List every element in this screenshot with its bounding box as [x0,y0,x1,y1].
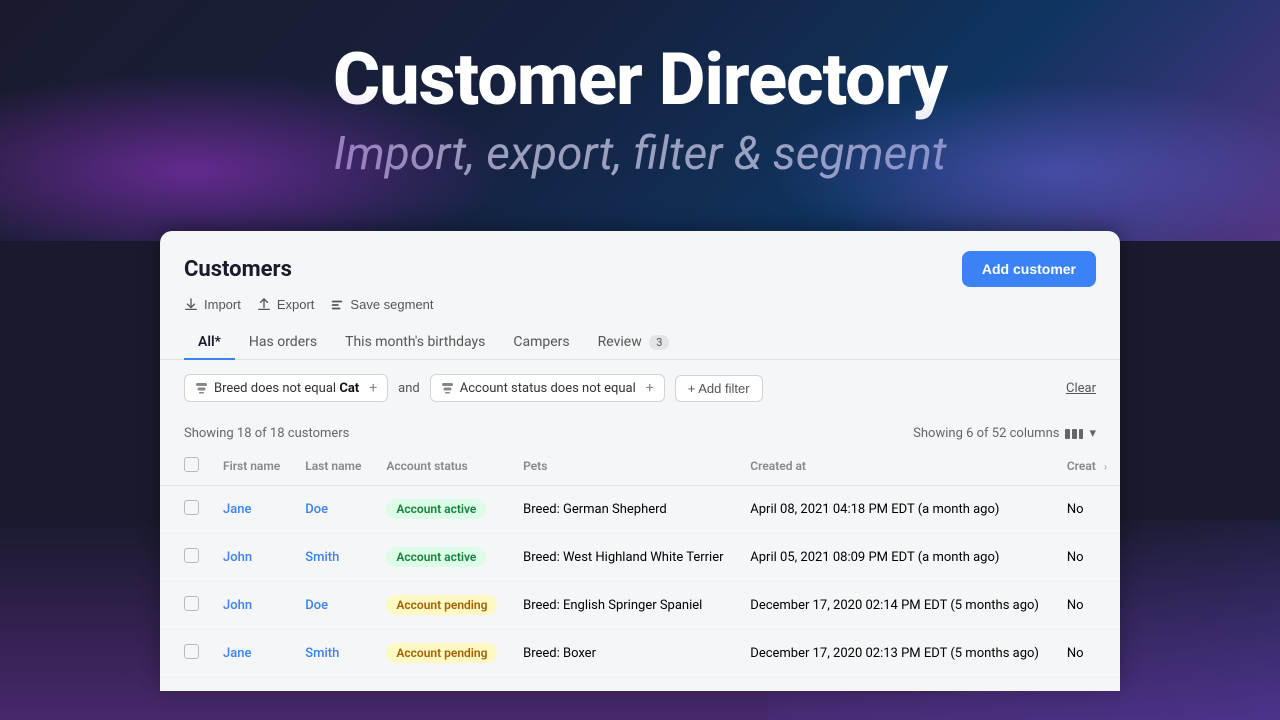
row4-status-badge: Account pending [386,643,497,663]
columns-count: Showing 6 of 52 columns [913,426,1059,441]
customers-table-wrapper: First name Last name Account status Pets… [160,447,1120,678]
th-extra[interactable]: Creat › [1055,447,1120,486]
table-row: Jane Smith Account pending Breed: Boxer … [160,630,1120,678]
tab-review[interactable]: Review 3 [584,326,684,360]
row4-pets: Breed: Boxer [511,630,738,678]
row1-last-name-link[interactable]: Doe [305,502,328,517]
tab-has-orders[interactable]: Has orders [235,326,331,360]
row2-first-name: John [211,534,293,582]
row4-status: Account pending [374,630,511,678]
row1-checkbox[interactable] [184,500,199,515]
row2-status-badge: Account active [386,547,486,567]
row2-first-name-link[interactable]: John [223,550,252,565]
filter-chip-status[interactable]: Account status does not equal + [430,374,665,402]
import-icon [184,298,198,312]
row2-last-name: Smith [293,534,374,582]
export-icon [257,298,271,312]
table-row: Jane Doe Account active Breed: German Sh… [160,486,1120,534]
row3-created: December 17, 2020 02:14 PM EDT (5 months… [738,582,1055,630]
results-count: Showing 18 of 18 customers [184,426,349,441]
clear-filters-link[interactable]: Clear [1066,381,1096,396]
filter-connector: and [398,381,420,396]
row1-first-name: Jane [211,486,293,534]
row4-checkbox[interactable] [184,644,199,659]
row1-last-name: Doe [293,486,374,534]
segment-icon [330,298,344,312]
filter2-icon [441,382,454,395]
table-header-row: First name Last name Account status Pets… [160,447,1120,486]
row2-checkbox[interactable] [184,548,199,563]
panel-header: Customers Add customer [160,231,1120,287]
row1-status: Account active [374,486,511,534]
toolbar: Import Export Save segment [160,287,1120,312]
row2-created: April 05, 2021 08:09 PM EDT (a month ago… [738,534,1055,582]
columns-selector[interactable]: Showing 6 of 52 columns ▾ [913,426,1096,441]
hero-title: Customer Directory [0,40,1280,119]
row3-extra: No [1055,582,1120,630]
row1-first-name-link[interactable]: Jane [223,502,251,517]
save-segment-button[interactable]: Save segment [330,297,433,312]
row1-extra: No [1055,486,1120,534]
row2-extra: No [1055,534,1120,582]
row2-pets: Breed: West Highland White Terrier [511,534,738,582]
tabs-bar: All* Has orders This month's birthdays C… [160,312,1120,360]
th-last-name[interactable]: Last name [293,447,374,486]
row4-first-name-link[interactable]: Jane [223,646,251,661]
th-pets[interactable]: Pets [511,447,738,486]
row3-last-name-link[interactable]: Doe [305,598,328,613]
export-button[interactable]: Export [257,297,315,312]
main-panel: Customers Add customer Import Export Sav… [160,231,1120,691]
hero-subtitle: Import, export, filter & segment [0,127,1280,181]
filter-row: Breed does not equal Cat + and Account s… [160,360,1120,416]
tab-all[interactable]: All* [184,326,235,360]
row4-last-name: Smith [293,630,374,678]
row3-checkbox-cell [160,582,211,630]
row3-last-name: Doe [293,582,374,630]
row3-pets: Breed: English Springer Spaniel [511,582,738,630]
row4-created: December 17, 2020 02:13 PM EDT (5 months… [738,630,1055,678]
row1-status-badge: Account active [386,499,486,519]
import-button[interactable]: Import [184,297,241,312]
row4-checkbox-cell [160,630,211,678]
columns-grid-icon [1065,429,1083,439]
th-first-name[interactable]: First name [211,447,293,486]
tab-birthdays[interactable]: This month's birthdays [331,326,499,360]
row4-extra: No [1055,630,1120,678]
filter1-icon [195,382,208,395]
table-row: John Smith Account active Breed: West Hi… [160,534,1120,582]
row2-last-name-link[interactable]: Smith [305,550,339,565]
customers-table: First name Last name Account status Pets… [160,447,1120,678]
row1-checkbox-cell [160,486,211,534]
row3-status: Account pending [374,582,511,630]
table-row: John Doe Account pending Breed: English … [160,582,1120,630]
row4-first-name: Jane [211,630,293,678]
add-customer-button[interactable]: Add customer [962,251,1096,287]
add-filter-button[interactable]: + Add filter [675,375,763,402]
row3-first-name: John [211,582,293,630]
scroll-right-icon[interactable]: › [1104,460,1107,473]
panel-title: Customers [184,257,292,282]
row4-last-name-link[interactable]: Smith [305,646,339,661]
row2-checkbox-cell [160,534,211,582]
tab-campers[interactable]: Campers [499,326,583,360]
row1-pets: Breed: German Shepherd [511,486,738,534]
row1-created: April 08, 2021 04:18 PM EDT (a month ago… [738,486,1055,534]
row3-first-name-link[interactable]: John [223,598,252,613]
row3-status-badge: Account pending [386,595,497,615]
th-account-status[interactable]: Account status [374,447,511,486]
select-all-checkbox[interactable] [184,457,199,472]
row2-status: Account active [374,534,511,582]
row3-checkbox[interactable] [184,596,199,611]
columns-chevron-icon: ▾ [1089,426,1096,441]
review-badge: 3 [649,335,669,350]
th-checkbox [160,447,211,486]
th-created-at[interactable]: Created at [738,447,1055,486]
filter-chip-breed[interactable]: Breed does not equal Cat + [184,374,388,402]
results-info: Showing 18 of 18 customers Showing 6 of … [160,416,1120,447]
table-body: Jane Doe Account active Breed: German Sh… [160,486,1120,678]
hero-section: Customer Directory Import, export, filte… [0,0,1280,241]
